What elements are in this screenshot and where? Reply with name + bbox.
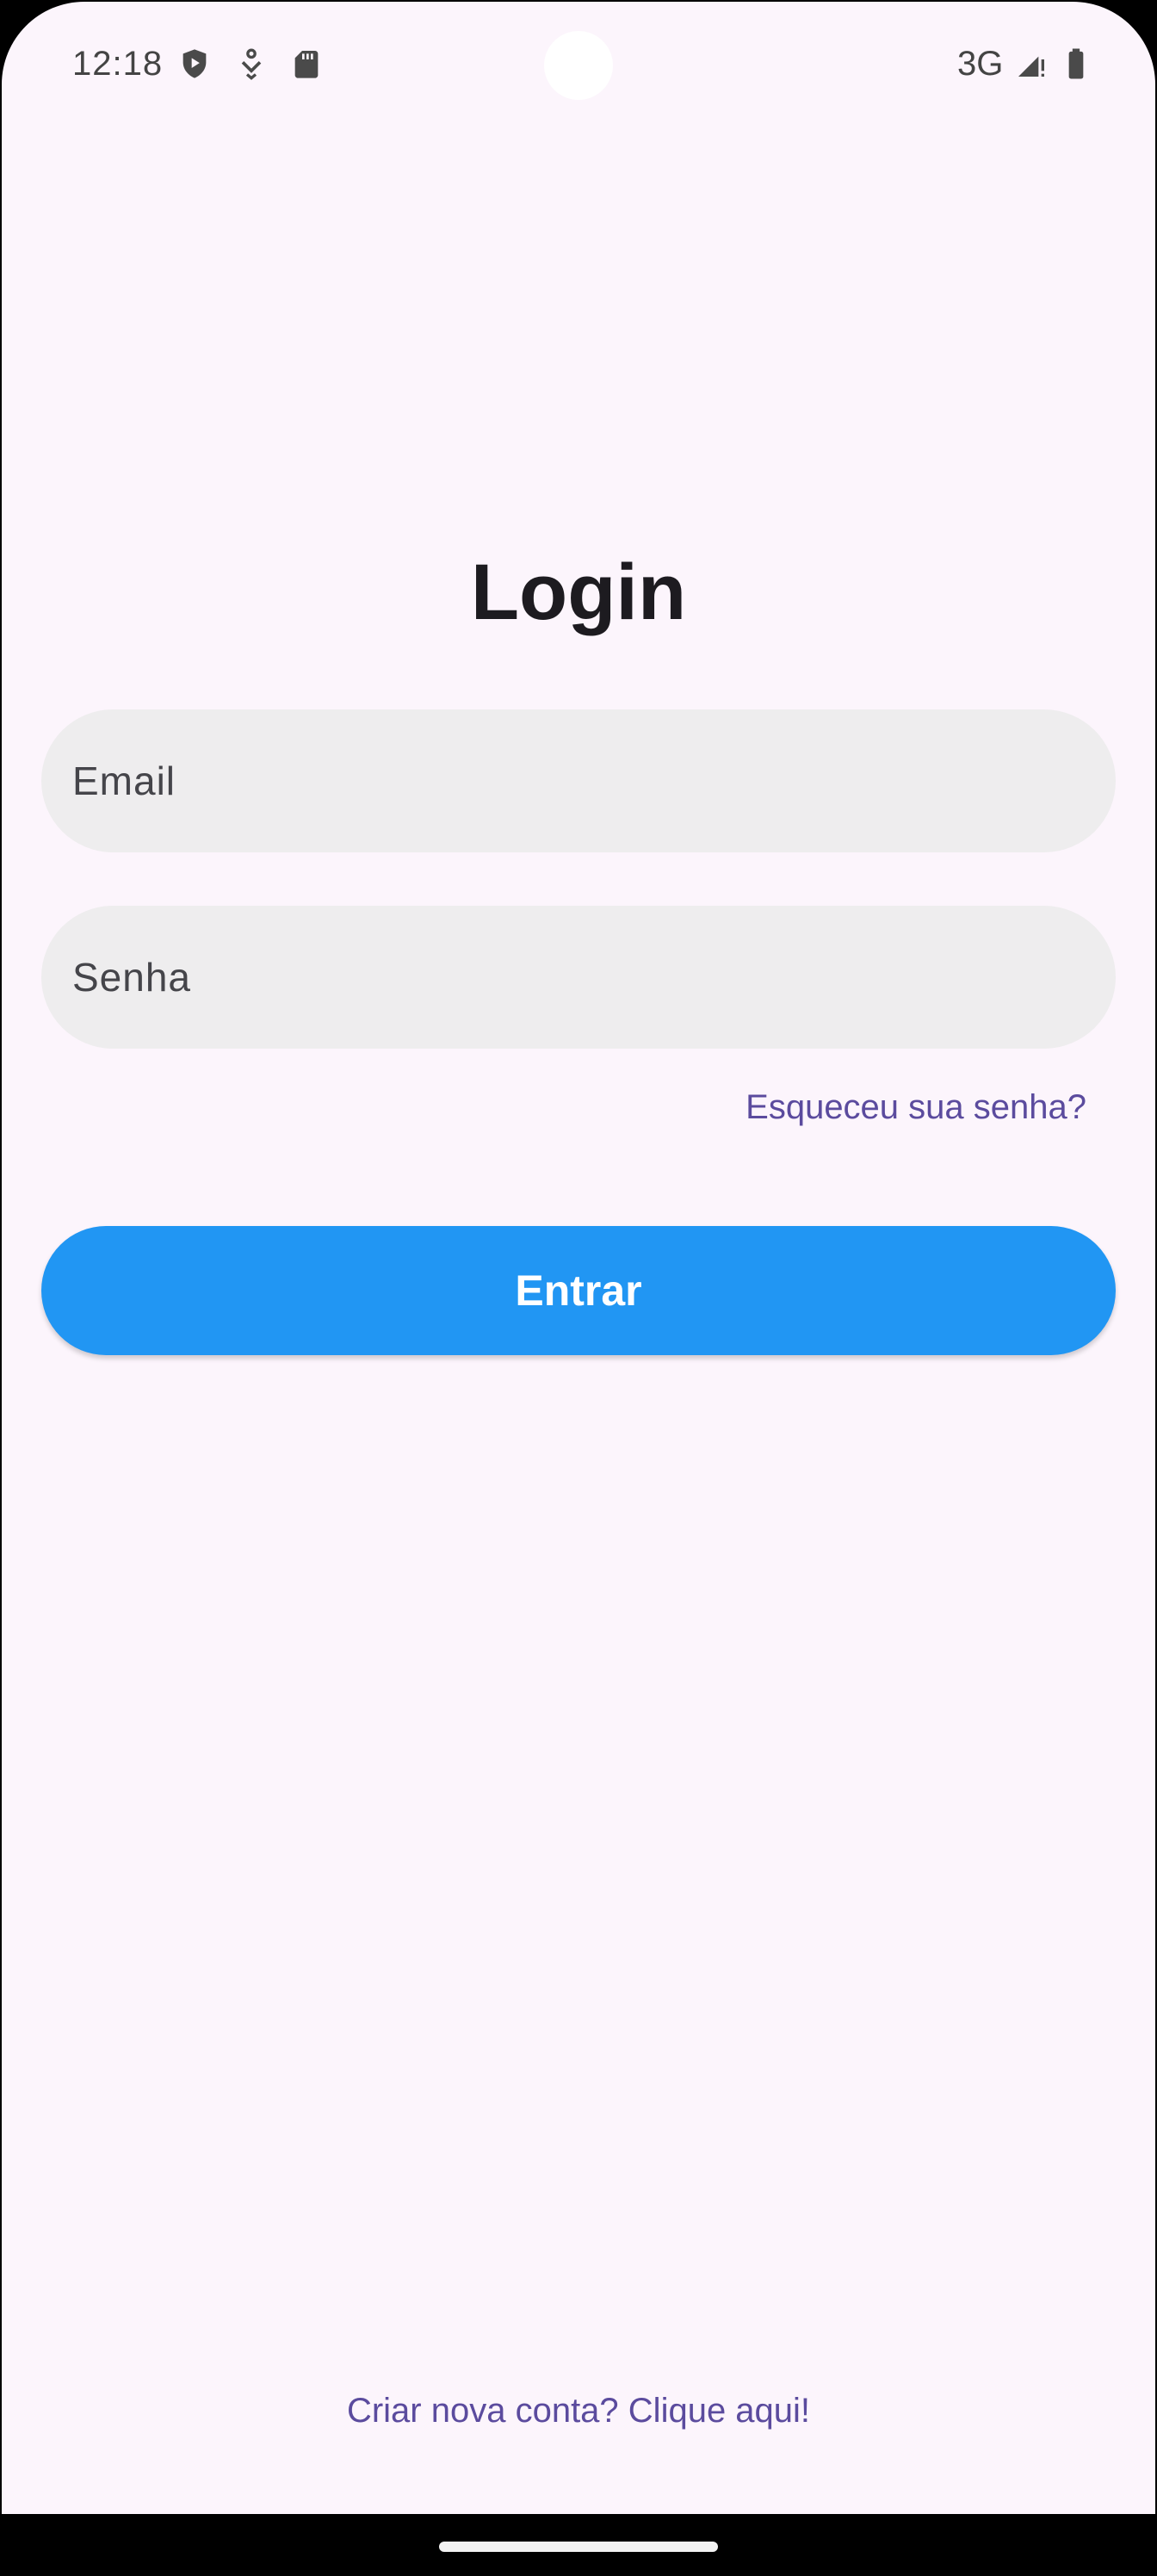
app-screen: 12:18 3G Login Email Esqueceu sua senha?… <box>2 2 1155 2574</box>
device-frame: 12:18 3G Login Email Esqueceu sua senha?… <box>0 0 1157 2576</box>
cell-signal-icon <box>1018 56 1044 77</box>
login-button-label: Entrar <box>515 1266 642 1315</box>
battery-icon <box>1068 48 1084 79</box>
camera-cutout <box>544 31 613 100</box>
sd-card-icon <box>294 51 319 78</box>
status-bar: 12:18 3G <box>2 2 1155 131</box>
status-time: 12:18 <box>72 45 164 83</box>
forgot-password-link[interactable]: Esqueceu sua senha? <box>746 1088 1086 1127</box>
email-field[interactable] <box>41 709 1116 852</box>
login-button[interactable]: Entrar <box>41 1226 1116 1355</box>
home-indicator[interactable] <box>439 2542 718 2552</box>
password-field[interactable] <box>41 906 1116 1049</box>
shield-play-icon <box>183 49 207 78</box>
network-type: 3G <box>957 45 1004 83</box>
page-title: Login <box>470 548 687 636</box>
download-icon <box>241 48 262 80</box>
create-account-link[interactable]: Criar nova conta? Clique aqui! <box>2 2392 1155 2430</box>
